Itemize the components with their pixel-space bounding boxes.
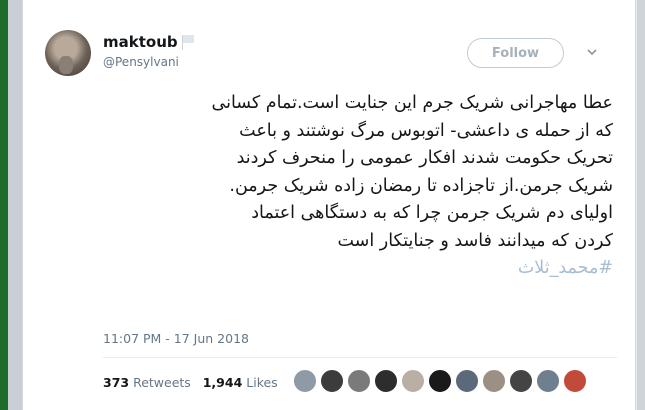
liker-avatar[interactable] — [374, 369, 398, 393]
liker-avatar[interactable] — [455, 369, 479, 393]
liker-avatar[interactable] — [563, 369, 587, 393]
follow-button[interactable]: Follow — [467, 38, 564, 68]
display-name[interactable]: maktoub — [103, 33, 178, 51]
tweet-line: تحریک حکومت شدند افکار عمومی را منحرف کر… — [236, 148, 613, 168]
background-strip — [0, 0, 8, 410]
tweet-card: maktoub @Pensylvani Follow عطا مهاجرانی … — [22, 0, 636, 410]
background-right-edge — [637, 0, 645, 410]
likes-label: Likes — [246, 375, 278, 390]
liker-avatar[interactable] — [482, 369, 506, 393]
liker-avatar[interactable] — [293, 369, 317, 393]
likes-stat[interactable]: 1,944 Likes — [203, 375, 278, 390]
liker-avatar[interactable] — [320, 369, 344, 393]
liker-avatar[interactable] — [509, 369, 533, 393]
retweets-stat[interactable]: 373 Retweets — [103, 375, 191, 390]
retweets-count: 373 — [103, 375, 130, 390]
hashtag-link[interactable]: #محمد_ثلاث — [83, 255, 613, 283]
tweet-line: کردن که میدانند فاسد و جنایتکار است — [337, 230, 614, 251]
tweet-timestamp[interactable]: 11:07 PM - 17 Jun 2018 — [103, 331, 249, 346]
liker-avatars — [293, 369, 590, 393]
user-handle[interactable]: @Pensylvani — [103, 55, 179, 69]
liker-avatar[interactable] — [401, 369, 425, 393]
chevron-down-icon[interactable] — [586, 47, 598, 57]
tweet-text: عطا مهاجرانی شریک جرم این جنایت است.تمام… — [83, 90, 614, 283]
tweet-line: شریک جرمن.از تاجزاده تا رمضان زاده شریک … — [229, 175, 613, 196]
tweet-line: عطا مهاجرانی شریک جرم این جنایت است.تمام… — [211, 93, 614, 113]
tweet-line: که از حمله ی داعشی- اتوبوس مرگ نوشتند و … — [239, 120, 613, 141]
background-left-edge — [0, 0, 22, 410]
likes-count: 1,944 — [202, 375, 243, 390]
liker-avatar[interactable] — [347, 369, 371, 393]
liker-avatar[interactable] — [428, 369, 452, 393]
liker-avatar[interactable] — [536, 369, 560, 393]
divider — [103, 357, 617, 358]
retweets-label: Retweets — [133, 375, 191, 390]
flag-icon — [181, 34, 195, 50]
avatar[interactable] — [45, 30, 91, 76]
tweet-line: اولیای دم شریک جرمن چرا که به دستگاهی اع… — [251, 203, 613, 223]
engagement-stats: 373 Retweets 1,944 Likes — [103, 375, 278, 390]
author-row: maktoub — [103, 33, 195, 51]
